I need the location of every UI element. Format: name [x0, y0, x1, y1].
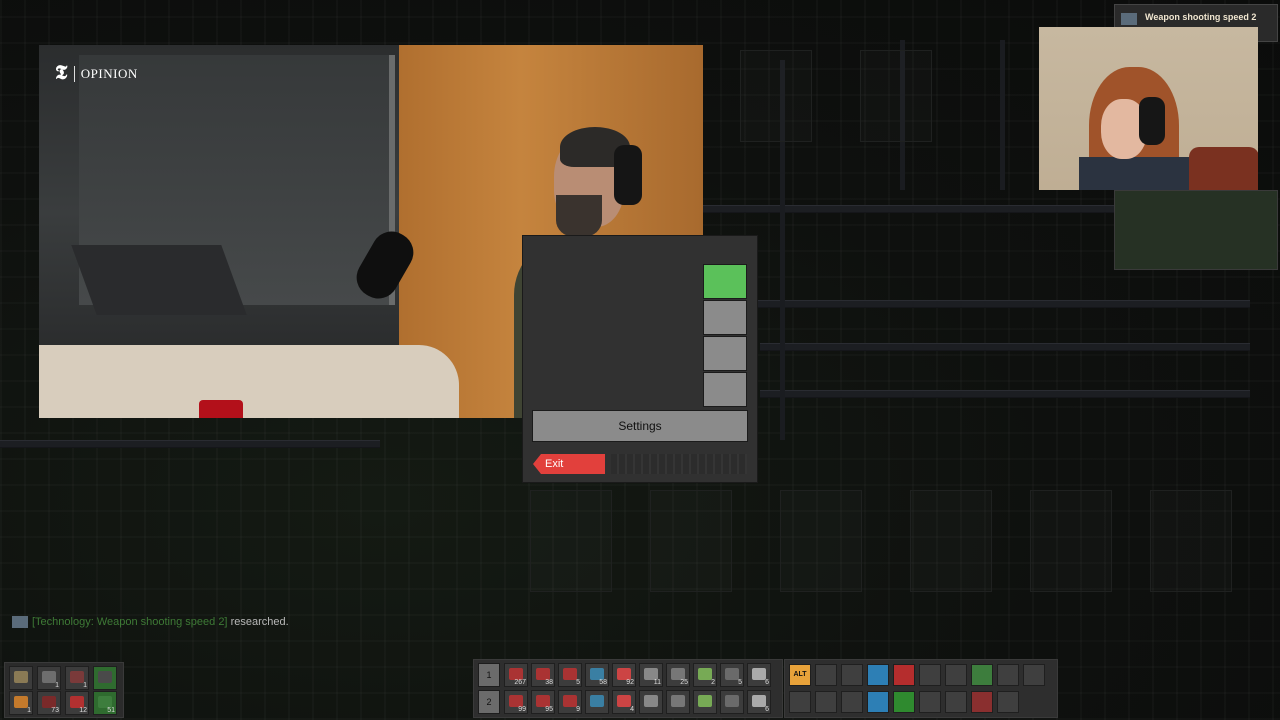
assembler-block	[1030, 490, 1112, 592]
streamer-webcam	[1039, 27, 1258, 190]
upgrade-planner-icon[interactable]	[867, 691, 889, 713]
assembler-block	[910, 490, 992, 592]
green-planner-icon[interactable]	[893, 691, 915, 713]
shortcut-toolbar: ALT	[784, 659, 1058, 718]
assembler-block	[1150, 490, 1232, 592]
chat-technology-link[interactable]: [Technology: Weapon shooting speed 2]	[32, 616, 228, 628]
brand-label: OPINION	[80, 65, 138, 81]
quickbar-slot[interactable]: 1	[9, 691, 33, 715]
blueprint-book-icon[interactable]	[815, 664, 837, 686]
copy-icon[interactable]	[841, 664, 863, 686]
assembler-block	[650, 490, 732, 592]
quickbar-slot[interactable]	[9, 666, 33, 690]
exit-button[interactable]: Exit	[533, 454, 605, 474]
quickbar-slot[interactable]: 73	[37, 691, 61, 715]
red-tool-icon[interactable]	[971, 691, 993, 713]
tool-slot[interactable]	[919, 691, 941, 713]
deconstruction-icon[interactable]	[893, 664, 915, 686]
quickbar-slot[interactable]: 267	[504, 663, 528, 687]
quickbar-slot[interactable]: 12	[65, 691, 89, 715]
quickbar-slot[interactable]	[93, 666, 117, 690]
quickbar: 1 2 267 38 5 58 92 11 25 2 5 6 99 95 9 4 6	[473, 659, 783, 718]
menu-footer-bar	[611, 454, 747, 474]
cut-icon[interactable]	[815, 691, 837, 713]
technology-icon	[12, 616, 28, 629]
menu-button[interactable]	[703, 336, 747, 371]
quickbar-slot[interactable]: 1	[65, 666, 89, 690]
settings-button[interactable]: Settings	[532, 410, 748, 442]
assembler-block	[530, 490, 612, 592]
technology-icon	[1121, 13, 1137, 25]
quickbar-slot[interactable]: 11	[639, 663, 663, 687]
tool-slot[interactable]	[1023, 664, 1045, 686]
belt	[0, 440, 380, 448]
paste-icon[interactable]	[841, 691, 863, 713]
quickbar-slot[interactable]: 38	[531, 663, 555, 687]
green-tool-icon[interactable]	[971, 664, 993, 686]
quickbar-slot[interactable]: 99	[504, 690, 528, 714]
research-title: Weapon shooting speed 2	[1145, 12, 1257, 22]
undo-icon[interactable]	[789, 691, 811, 713]
quickbar-slot[interactable]	[585, 690, 609, 714]
quickbar-slot[interactable]: 5	[720, 663, 744, 687]
continue-button[interactable]	[703, 264, 747, 299]
quickbar-slot[interactable]	[720, 690, 744, 714]
menu-button[interactable]	[703, 372, 747, 407]
belt	[760, 343, 1250, 351]
quickbar-slot[interactable]: 95	[531, 690, 555, 714]
quickbar-slot[interactable]	[693, 690, 717, 714]
alt-mode-toggle[interactable]: ALT	[789, 664, 811, 686]
belt	[740, 300, 1250, 308]
quickbar-slot[interactable]: 5	[558, 663, 582, 687]
quickbar-slot[interactable]	[639, 690, 663, 714]
quickbar-slot[interactable]: 51	[93, 691, 117, 715]
game-menu: Settings Exit	[523, 236, 757, 482]
quickbar-slot[interactable]: 6	[747, 663, 771, 687]
tool-slot[interactable]	[997, 691, 1019, 713]
left-quickbar: 1 1 1 73 12 51	[4, 662, 124, 718]
tool-slot[interactable]	[919, 664, 941, 686]
belt	[1000, 40, 1005, 190]
tool-slot[interactable]	[945, 664, 967, 686]
blueprint-icon[interactable]	[867, 664, 889, 686]
chat-text: researched.	[230, 616, 289, 628]
tool-slot[interactable]	[945, 691, 967, 713]
assembler-block	[740, 50, 812, 142]
video-brand: 𝕿 OPINION	[55, 62, 138, 85]
quickbar-slot[interactable]: 6	[747, 690, 771, 714]
quickbar-row-2-selector[interactable]: 2	[478, 690, 500, 714]
quickbar-slot[interactable]: 1	[37, 666, 61, 690]
belt	[760, 390, 1250, 398]
minimap[interactable]	[1114, 190, 1278, 270]
quickbar-slot[interactable]: 2	[693, 663, 717, 687]
quickbar-row-1-selector[interactable]: 1	[478, 663, 500, 687]
assembler-block	[860, 50, 932, 142]
quickbar-slot[interactable]: 9	[558, 690, 582, 714]
assembler-block	[780, 490, 862, 592]
quickbar-slot[interactable]: 92	[612, 663, 636, 687]
quickbar-slot[interactable]: 4	[612, 690, 636, 714]
quickbar-slot[interactable]: 58	[585, 663, 609, 687]
chat-message: [Technology: Weapon shooting speed 2] re…	[12, 616, 289, 629]
quickbar-slot[interactable]	[666, 690, 690, 714]
brand-logo-icon: 𝕿	[55, 62, 68, 84]
quickbar-slot[interactable]: 25	[666, 663, 690, 687]
tool-slot[interactable]	[997, 664, 1019, 686]
menu-button[interactable]	[703, 300, 747, 335]
